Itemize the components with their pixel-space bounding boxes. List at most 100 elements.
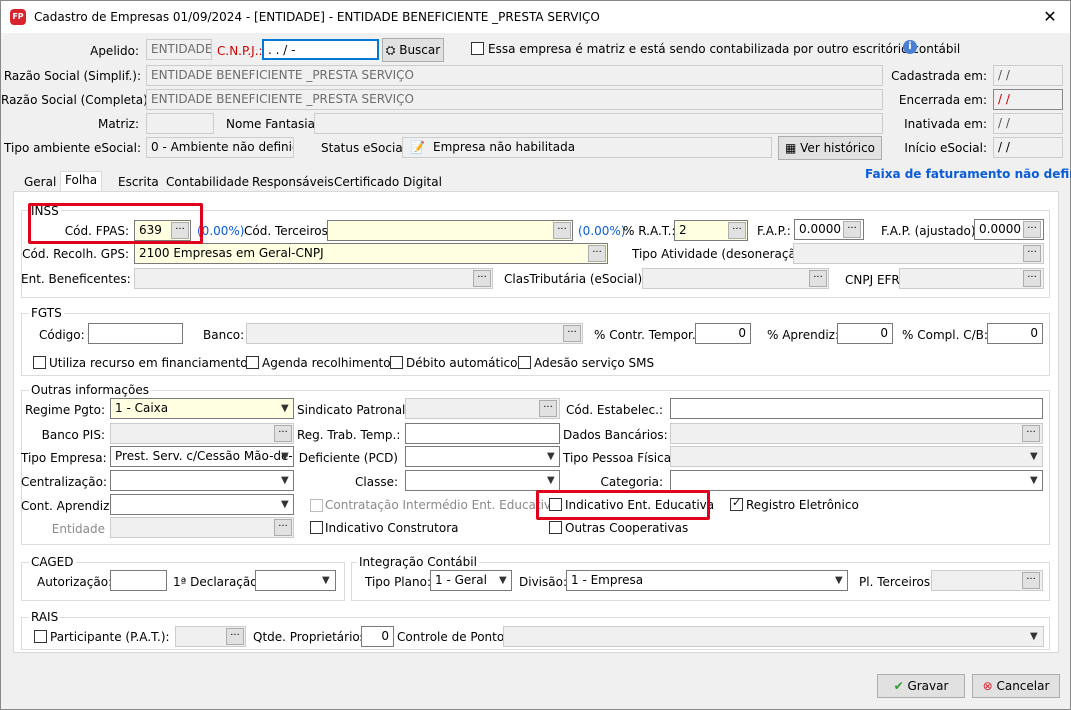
fap-aj-ellipsis-button[interactable]: ··· <box>1023 221 1041 238</box>
tab-certificado[interactable]: Certificado Digital <box>329 173 447 192</box>
outras-coop-checkbox[interactable] <box>549 521 562 534</box>
dados-banc-ellipsis-button[interactable]: ··· <box>1022 425 1040 442</box>
defic-select[interactable] <box>405 446 560 467</box>
sind-field[interactable] <box>405 398 560 419</box>
clas-trib-field[interactable] <box>642 268 829 289</box>
ent-benef-ellipsis-button[interactable]: ··· <box>473 270 491 287</box>
regime-label: Regime Pgto: <box>25 403 105 417</box>
window-title: Cadastro de Empresas 01/09/2024 - [ENTID… <box>34 10 600 24</box>
inicio-field[interactable]: / / <box>993 137 1063 158</box>
aprendiz-field[interactable]: 0 <box>837 323 893 344</box>
apelido-field[interactable]: ENTIDADE <box>146 39 212 60</box>
classe-chevron-down-icon: ▼ <box>547 475 555 486</box>
matriz-label: Matriz: <box>97 117 139 131</box>
gps-ellipsis-button[interactable]: ··· <box>588 245 606 262</box>
encerrada-field[interactable]: / / <box>993 89 1063 110</box>
terc-ellipsis-button[interactable]: ··· <box>553 222 571 239</box>
rat-ellipsis-button[interactable]: ··· <box>728 222 746 239</box>
cont-apr-select[interactable] <box>110 494 294 515</box>
agenda-checkbox[interactable] <box>246 356 259 369</box>
ver-historico-button[interactable]: ▦ Ver histórico <box>778 136 882 160</box>
banco-label: Banco: <box>203 328 245 342</box>
ent-benef-field[interactable] <box>134 268 493 289</box>
historico-icon: ▦ <box>784 141 797 155</box>
gravar-button[interactable]: ✔ Gravar <box>877 674 965 698</box>
cod-terc-label: Cód. Terceiros: <box>244 224 332 238</box>
regime-select[interactable]: 1 - Caixa <box>110 398 294 419</box>
cancelar-button[interactable]: ⊗ Cancelar <box>972 674 1060 698</box>
matriz-checkbox[interactable] <box>471 42 484 55</box>
status-label: Status eSocial: <box>321 141 411 155</box>
tipo-emp-select[interactable]: Prest. Serv. c/Cessão Mão-de-O <box>110 446 294 467</box>
tab-folha[interactable]: Folha <box>60 171 103 191</box>
controle-label: Controle de Ponto: <box>397 630 509 644</box>
debito-checkbox[interactable] <box>390 356 403 369</box>
reg-elet-checkbox[interactable] <box>730 496 743 511</box>
cadastrada-field[interactable]: / / <box>993 65 1063 86</box>
divisao-chevron-down-icon: ▼ <box>835 575 843 586</box>
razao-simpl-label: Razão Social (Simplif.): <box>3 69 141 83</box>
categoria-select[interactable] <box>670 470 1043 491</box>
dados-banc-field[interactable] <box>670 423 1043 444</box>
qtde-field[interactable]: 0 <box>361 626 394 647</box>
agenda-label: Agenda recolhimento <box>262 356 391 370</box>
close-icon[interactable]: ✕ <box>1040 7 1060 27</box>
entidade-field[interactable] <box>110 517 294 538</box>
clas-trib-label: ClasTributária (eSocial) <box>504 272 643 286</box>
central-select[interactable] <box>110 470 294 491</box>
tipo-ativ-ellipsis-button[interactable]: ··· <box>1023 245 1041 262</box>
participante-ellipsis-button[interactable]: ··· <box>226 628 244 645</box>
compl-field[interactable]: 0 <box>987 323 1043 344</box>
tab-escrita[interactable]: Escrita <box>113 173 164 192</box>
razao-simpl-field[interactable]: ENTIDADE BENEFICIENTE _PRESTA SERVIÇO <box>146 65 883 86</box>
pl-terc-ellipsis-button[interactable]: ··· <box>1022 572 1040 589</box>
tab-contabilidade[interactable]: Contabilidade <box>161 173 254 192</box>
banco-pis-ellipsis-button[interactable]: ··· <box>274 425 292 442</box>
classe-select[interactable] <box>405 470 560 491</box>
tipo-amb-label: Tipo ambiente eSocial: <box>4 141 141 155</box>
cnpj-field[interactable]: . . / - <box>262 39 379 60</box>
gravar-label: Gravar <box>907 679 949 693</box>
sms-checkbox[interactable] <box>518 356 531 369</box>
contr-int-checkbox[interactable] <box>310 499 323 512</box>
controle-select[interactable] <box>503 626 1044 647</box>
sind-ellipsis-button[interactable]: ··· <box>539 400 557 417</box>
entidade-ellipsis-button[interactable]: ··· <box>274 519 292 536</box>
cnpj-efr-ellipsis-button[interactable]: ··· <box>1023 270 1041 287</box>
nome-fantasia-field[interactable] <box>314 113 883 134</box>
banco-ellipsis-button[interactable]: ··· <box>563 325 581 342</box>
faixa-link[interactable]: Faixa de faturamento não definida <box>865 167 1071 181</box>
fap-ellipsis-button[interactable]: ··· <box>843 221 861 238</box>
banco-pis-field[interactable] <box>110 423 294 444</box>
tab-responsaveis[interactable]: Responsáveis <box>247 173 339 192</box>
matriz-field[interactable] <box>146 113 214 134</box>
financiamento-checkbox[interactable] <box>33 356 46 369</box>
tab-geral[interactable]: Geral <box>19 173 61 192</box>
cod-terc-field[interactable] <box>327 220 573 241</box>
tipo-amb-field[interactable]: 0 - Ambiente não definido <box>146 137 294 158</box>
tipo-pf-select[interactable] <box>670 446 1043 467</box>
razao-comp-label: Razão Social (Completa): <box>1 93 152 107</box>
sind-label: Sindicato Patronal: <box>297 403 410 417</box>
autoriz-field[interactable] <box>110 570 167 591</box>
categoria-chevron-down-icon: ▼ <box>1030 475 1038 486</box>
status-doc-icon: 📝 <box>410 140 425 154</box>
reg-trab-field[interactable] <box>405 423 560 444</box>
buscar-button[interactable]: ⛭ Buscar <box>382 38 444 62</box>
info-icon[interactable]: i <box>903 40 917 54</box>
clas-trib-ellipsis-button[interactable]: ··· <box>809 270 827 287</box>
tipo-ativ-field[interactable] <box>793 243 1044 264</box>
codigo-field[interactable] <box>88 323 183 344</box>
buscar-label: Buscar <box>399 43 441 57</box>
razao-comp-field[interactable]: ENTIDADE BENEFICIENTE _PRESTA SERVIÇO <box>146 89 883 110</box>
central-label: Centralização: <box>21 475 108 489</box>
cod-estab-field[interactable] <box>670 398 1043 419</box>
contr-field[interactable]: 0 <box>695 323 751 344</box>
participante-checkbox[interactable] <box>34 630 47 643</box>
ind-constr-checkbox[interactable] <box>310 521 323 534</box>
banco-field[interactable] <box>246 323 583 344</box>
divisao-select[interactable]: 1 - Empresa <box>566 570 848 591</box>
gps-field[interactable]: 2100 Empresas em Geral-CNPJ <box>134 243 608 264</box>
aprendiz-label: % Aprendiz: <box>767 328 839 342</box>
inativada-field[interactable]: / / <box>993 113 1063 134</box>
